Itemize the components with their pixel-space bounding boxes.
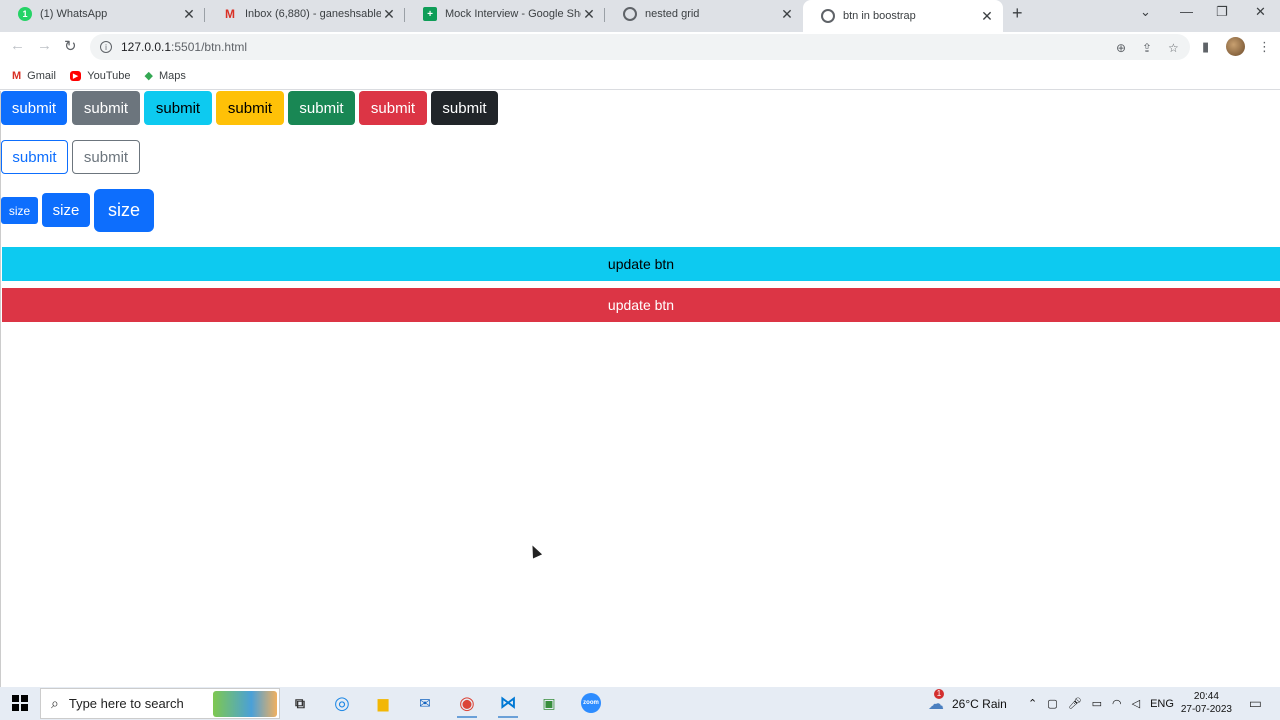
youtube-icon: ▶ — [69, 70, 82, 81]
close-icon[interactable]: ✕ — [581, 6, 597, 23]
page-content: submit submit submit submit submit submi… — [0, 91, 1280, 687]
submit-success-button[interactable]: submit — [288, 91, 355, 125]
gmail-icon: M — [225, 7, 235, 21]
wifi-icon[interactable]: ◠ — [1112, 697, 1122, 710]
clock-date: 27-07-2023 — [1180, 704, 1232, 715]
tab-whatsapp[interactable]: 1 (1) WhatsApp ✕ — [0, 0, 205, 28]
close-icon[interactable]: ✕ — [381, 6, 397, 23]
tab-title: Inbox (6,880) - ganeshsable513@ — [245, 8, 381, 20]
whatsapp-icon: 1 — [18, 7, 32, 21]
avatar[interactable] — [1226, 37, 1245, 56]
submit-info-button[interactable]: submit — [144, 91, 212, 125]
bookmark-gmail[interactable]: M Gmail — [12, 70, 56, 82]
back-icon[interactable]: ← — [10, 37, 25, 54]
notifications-icon[interactable]: ▭ — [1249, 695, 1262, 712]
url-text[interactable]: 127.0.0.1:5501/btn.html — [121, 40, 247, 54]
weather-badge: 1 — [934, 688, 944, 699]
side-panel-icon[interactable]: ▮ — [1202, 39, 1209, 55]
new-tab-icon[interactable]: + — [1012, 3, 1023, 24]
update-info-button[interactable]: update btn — [2, 247, 1280, 281]
mouse-cursor-icon — [527, 543, 543, 559]
windows-start-icon[interactable] — [12, 695, 28, 711]
zoom-app-icon[interactable]: zoom — [578, 691, 604, 715]
size-default-button[interactable]: size — [42, 193, 90, 227]
volume-icon[interactable]: ◁ — [1132, 697, 1140, 710]
search-highlight-image — [213, 691, 277, 717]
windows-taskbar: ⌕ Type here to search ⧉ ◎ ▆ ✉ ◉ ⋈ ▣ zoom… — [0, 687, 1280, 720]
tab-title: Mock Interview - Google Sheets — [445, 8, 581, 20]
chevron-up-icon[interactable]: ⌃ — [1028, 697, 1037, 710]
close-icon[interactable]: ✕ — [181, 6, 197, 23]
battery-icon[interactable]: ▭ — [1092, 697, 1102, 710]
tab-btn-in-boostrap[interactable]: btn in boostrap ✕ — [803, 0, 1003, 32]
task-view-icon[interactable]: ⧉ — [287, 691, 313, 715]
tab-title: (1) WhatsApp — [40, 8, 108, 20]
mail-icon[interactable]: ✉ — [412, 691, 438, 715]
reload-icon[interactable]: ↻ — [64, 37, 77, 55]
microphone-icon[interactable]: 🎤︎ — [1068, 697, 1082, 710]
sheets-icon: + — [423, 7, 437, 21]
meet-now-icon[interactable]: ▢ — [1047, 697, 1057, 710]
forward-icon[interactable]: → — [37, 37, 52, 54]
clock-time: 20:44 — [1193, 691, 1219, 702]
close-icon[interactable]: ✕ — [979, 8, 995, 25]
globe-icon — [623, 7, 637, 21]
submit-danger-button[interactable]: submit — [359, 91, 427, 125]
browser-toolbar: ← → ↻ i 127.0.0.1:5501/btn.html ⊕ ⇪ ☆ ▮ … — [0, 32, 1280, 62]
close-icon[interactable]: ✕ — [779, 6, 795, 23]
tab-strip: 1 (1) WhatsApp ✕ M Inbox (6,880) - ganes… — [0, 0, 1280, 32]
tab-nested-grid[interactable]: nested grid ✕ — [605, 0, 803, 28]
size-large-button[interactable]: size — [94, 189, 154, 232]
tab-google-sheets[interactable]: + Mock Interview - Google Sheets ✕ — [405, 0, 605, 28]
vscode-icon[interactable]: ⋈ — [495, 691, 521, 718]
tab-title: nested grid — [645, 8, 700, 20]
bookmark-maps[interactable]: ◆ Maps — [144, 69, 186, 83]
bookmark-label: Maps — [159, 69, 186, 82]
update-danger-button[interactable]: update btn — [2, 288, 1280, 322]
submit-warning-button[interactable]: submit — [216, 91, 284, 125]
file-explorer-icon[interactable]: ▆ — [370, 691, 396, 715]
submit-dark-button[interactable]: submit — [431, 91, 498, 125]
restore-icon[interactable]: ❐ — [1216, 4, 1228, 20]
submit-secondary-button[interactable]: submit — [72, 91, 140, 125]
maps-icon: ◆ — [144, 70, 153, 82]
language-indicator[interactable]: ENG — [1150, 698, 1174, 710]
edge-icon[interactable]: ◎ — [329, 691, 355, 715]
tab-title: btn in boostrap — [843, 10, 916, 22]
bookmark-star-icon[interactable]: ☆ — [1168, 41, 1179, 55]
bookmark-youtube[interactable]: ▶ YouTube — [69, 69, 131, 82]
gmail-icon: M — [12, 69, 22, 82]
bookmark-label: Gmail — [27, 69, 56, 82]
window-close-icon[interactable]: ✕ — [1255, 4, 1266, 20]
minimize-icon[interactable]: — — [1180, 4, 1193, 19]
bookmark-label: YouTube — [87, 69, 131, 82]
globe-icon — [821, 9, 835, 23]
tab-gmail[interactable]: M Inbox (6,880) - ganeshsable513@ ✕ — [205, 0, 405, 28]
tab-search-icon[interactable]: ⌄ — [1140, 4, 1151, 20]
submit-outline-secondary-button[interactable]: submit — [72, 140, 140, 174]
weather-text: 26°C Rain — [952, 696, 1007, 711]
address-bar[interactable]: i 127.0.0.1:5501/btn.html ⊕ ⇪ ☆ — [90, 34, 1190, 60]
size-small-button[interactable]: size — [1, 197, 38, 224]
clock[interactable]: 20:44 27-07-2023 — [1181, 690, 1232, 716]
weather-widget[interactable]: ☁ 1 26°C Rain — [928, 687, 1007, 720]
taskbar-search-box[interactable]: ⌕ Type here to search — [40, 688, 280, 719]
chrome-icon[interactable]: ◉ — [454, 691, 480, 718]
search-placeholder: Type here to search — [68, 696, 184, 711]
weather-icon: ☁ 1 — [928, 688, 944, 713]
submit-primary-button[interactable]: submit — [1, 91, 67, 125]
submit-outline-primary-button[interactable]: submit — [1, 140, 68, 174]
menu-icon[interactable]: ⋮ — [1258, 39, 1271, 55]
site-info-icon[interactable]: i — [100, 41, 112, 53]
search-icon: ⌕ — [51, 695, 59, 711]
zoom-icon[interactable]: ⊕ — [1116, 41, 1126, 55]
system-tray: ⌃ ▢ 🎤︎ ▭ ◠ ◁ ENG — [1028, 687, 1174, 720]
bookmarks-bar: M Gmail ▶ YouTube ◆ Maps — [0, 62, 1280, 90]
paint-icon[interactable]: ▣ — [536, 691, 562, 715]
share-icon[interactable]: ⇪ — [1142, 41, 1152, 55]
